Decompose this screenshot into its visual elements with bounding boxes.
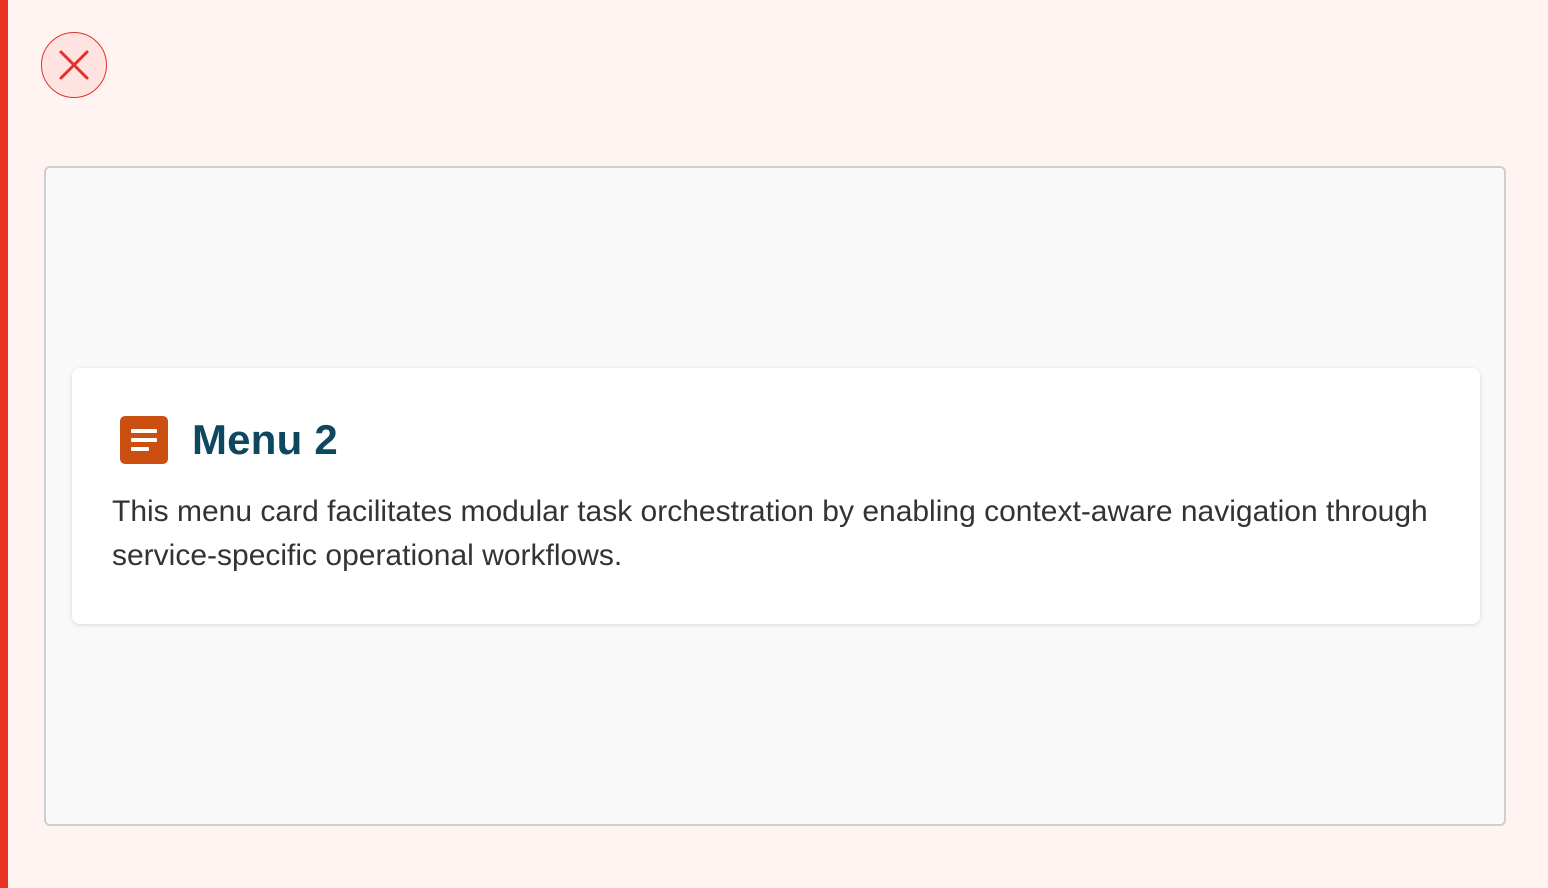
left-accent-bar [0, 0, 8, 888]
document-lines-icon [120, 416, 168, 464]
menu-card-header: Menu 2 [112, 414, 1440, 466]
content-panel: Menu 2 This menu card facilitates modula… [44, 166, 1506, 826]
close-button[interactable] [41, 32, 107, 98]
menu-card[interactable]: Menu 2 This menu card facilitates modula… [72, 368, 1480, 624]
close-icon [59, 50, 89, 80]
menu-card-description: This menu card facilitates modular task … [112, 495, 1428, 572]
menu-card-title: Menu 2 [192, 416, 338, 463]
